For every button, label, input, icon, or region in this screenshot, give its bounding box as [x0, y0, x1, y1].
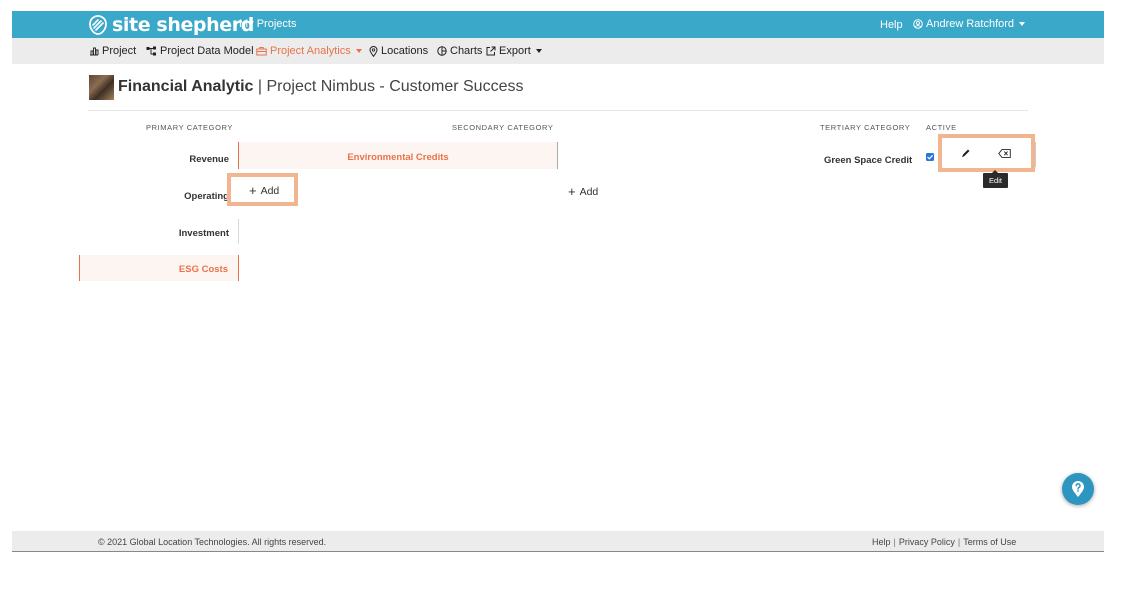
- column-divider: [238, 219, 239, 244]
- tertiary-item-green-space-credit: Green Space Credit: [824, 155, 913, 166]
- primary-item-operating[interactable]: Operating: [142, 191, 229, 202]
- menu-export[interactable]: Export: [486, 45, 542, 57]
- menu-locations-label: Locations: [381, 45, 429, 57]
- footer-terms-link[interactable]: Terms of Use: [963, 537, 1016, 547]
- add-secondary-label: Add: [260, 185, 280, 197]
- my-projects-link[interactable]: My Projects: [239, 18, 296, 30]
- question-marker-icon: [1072, 481, 1084, 497]
- plus-icon: +: [249, 183, 257, 198]
- edit-tooltip: Edit: [983, 170, 1008, 188]
- row-actions: [938, 134, 1035, 172]
- menu-charts-label: Charts: [450, 45, 483, 57]
- plus-icon: +: [568, 184, 576, 199]
- brand-logo[interactable]: site shepherd: [88, 14, 254, 36]
- diagram-icon: [146, 46, 156, 56]
- backspace-delete-icon[interactable]: [998, 149, 1011, 158]
- project-thumbnail: [89, 75, 114, 100]
- menu-project[interactable]: Project: [89, 45, 136, 57]
- primary-item-investment[interactable]: Investment: [142, 228, 229, 239]
- add-tertiary-button[interactable]: + Add: [568, 184, 599, 199]
- menu-project-label: Project: [102, 45, 137, 57]
- secondary-item-environmental-credits[interactable]: Environmental Credits: [238, 142, 558, 169]
- top-navbar: site shepherd My Projects Help Andrew Ra…: [12, 11, 1104, 38]
- tertiary-category-header: TERTIARY CATEGORY: [820, 123, 911, 132]
- help-fab-button[interactable]: [1062, 473, 1094, 505]
- add-tertiary-label: Add: [579, 186, 599, 198]
- menu-data-model[interactable]: Project Data Model: [146, 45, 254, 57]
- menu-analytics[interactable]: Project Analytics: [256, 45, 362, 57]
- briefcase-icon: [256, 47, 267, 56]
- footer: © 2021 Global Location Technologies. All…: [12, 531, 1104, 552]
- page-title-bold: Financial Analytic: [118, 78, 254, 95]
- copyright: © 2021 Global Location Technologies. All…: [98, 537, 327, 547]
- app-window: site shepherd My Projects Help Andrew Ra…: [12, 11, 1104, 552]
- chevron-down-icon: [535, 49, 542, 53]
- active-checkbox[interactable]: [926, 153, 934, 161]
- user-circle-icon: [913, 19, 923, 29]
- chevron-down-icon: [355, 49, 362, 53]
- active-header: ACTIVE: [926, 123, 957, 132]
- title-divider: [88, 110, 1028, 111]
- primary-item-revenue[interactable]: Revenue: [142, 154, 229, 165]
- shepherd-logo-icon: [89, 15, 107, 35]
- menu-analytics-label: Project Analytics: [270, 45, 351, 57]
- footer-links: Help | Privacy Policy | Terms of Use: [872, 537, 1016, 547]
- brand-name: site shepherd: [112, 14, 254, 36]
- pencil-icon[interactable]: [961, 148, 971, 158]
- page-title-project: | Project Nimbus - Customer Success: [257, 78, 524, 95]
- help-link[interactable]: Help: [880, 19, 903, 31]
- bar-chart-icon: [90, 47, 99, 56]
- footer-privacy-link[interactable]: Privacy Policy: [899, 537, 955, 547]
- checkmark-icon: [927, 154, 934, 160]
- external-link-icon: [486, 46, 496, 56]
- menu-charts[interactable]: Charts: [437, 45, 482, 57]
- primary-category-header: PRIMARY CATEGORY: [146, 123, 233, 132]
- esg-costs-label: ESG Costs: [178, 264, 228, 275]
- add-secondary-button[interactable]: + Add: [249, 183, 280, 198]
- menu-export-label: Export: [499, 45, 531, 57]
- menu-locations[interactable]: Locations: [369, 45, 428, 57]
- project-menubar: Project Project Data Model Project Analy…: [12, 38, 1104, 64]
- footer-help-link[interactable]: Help: [872, 537, 891, 547]
- chevron-down-icon: [1019, 22, 1026, 26]
- secondary-category-header: SECONDARY CATEGORY: [452, 123, 554, 132]
- page-title: Financial Analytic | Project Nimbus - Cu…: [118, 78, 523, 96]
- separator: |: [893, 537, 896, 547]
- environmental-credits-label: Environmental Credits: [347, 152, 449, 163]
- action-divider: [1035, 142, 1036, 167]
- pie-chart-icon: [437, 46, 447, 56]
- user-menu[interactable]: Andrew Ratchford: [913, 18, 1026, 30]
- separator: |: [957, 537, 961, 547]
- map-pin-icon: [369, 45, 378, 57]
- user-name: Andrew Ratchford: [926, 18, 1015, 30]
- primary-item-esg-costs[interactable]: ESG Costs: [79, 255, 239, 281]
- menu-data-model-label: Project Data Model: [160, 45, 254, 57]
